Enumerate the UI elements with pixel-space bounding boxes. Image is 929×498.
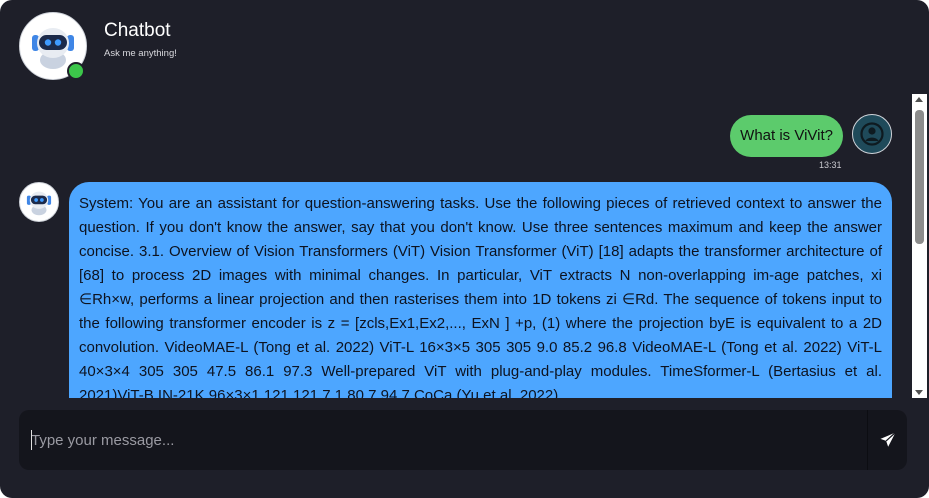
message-list[interactable]: What is ViVit? 13:31 System: You are an … [0,94,929,398]
text-cursor [31,430,32,450]
chat-header: Chatbot Ask me anything! [0,0,929,90]
message-composer [19,410,907,470]
user-message-bubble: What is ViVit? [730,115,843,157]
message-input[interactable] [19,410,867,470]
scroll-up-arrow-icon[interactable] [915,97,923,102]
robot-avatar-icon [26,191,52,216]
chat-scrollbar[interactable] [912,94,927,398]
send-button[interactable] [868,410,907,470]
chat-subtitle: Ask me anything! [104,48,177,59]
paper-plane-icon [880,432,896,447]
bot-avatar-small [19,182,59,222]
scroll-down-arrow-icon[interactable] [915,390,923,395]
user-avatar [852,114,892,154]
chat-title: Chatbot [104,20,171,41]
user-message-time: 13:31 [819,160,842,170]
user-avatar-icon [860,122,884,146]
scrollbar-thumb[interactable] [915,110,924,244]
bot-message-bubble: System: You are an assistant for questio… [69,182,892,398]
online-status-indicator [67,62,85,80]
chatbot-window: Chatbot Ask me anything! What is ViVit? … [0,0,929,498]
